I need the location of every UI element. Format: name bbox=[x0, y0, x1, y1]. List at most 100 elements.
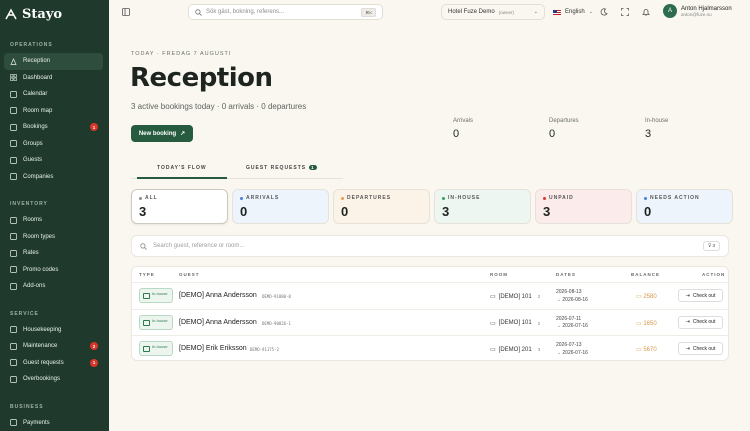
type-badge: In-house bbox=[139, 288, 173, 303]
sidebar-badge: 2 bbox=[90, 342, 98, 351]
user-menu[interactable]: A Anton Hjalmarsson anton@fuze.nu bbox=[663, 4, 732, 18]
sidebar-item-maintenance[interactable]: Maintenance 2 bbox=[4, 338, 103, 355]
search-icon bbox=[140, 242, 147, 250]
balance-value: ▭ 1650 bbox=[636, 320, 657, 327]
table-row[interactable]: In-house [DEMO] Erik Eriksson DEMO-91175… bbox=[132, 335, 728, 360]
sidebar-item-guests[interactable]: Guests bbox=[4, 152, 103, 169]
room-name: [DEMO] 201 bbox=[498, 346, 532, 353]
sidebar-item-promo-codes[interactable]: Promo codes bbox=[4, 262, 103, 279]
new-booking-button[interactable]: New booking ↗ bbox=[131, 125, 193, 142]
balance-value: ▭ 5670 bbox=[636, 346, 657, 353]
avatar: A bbox=[663, 4, 677, 18]
sidebar-item-room-map[interactable]: Room map bbox=[4, 103, 103, 120]
guest-name[interactable]: [DEMO] Erik Eriksson bbox=[179, 345, 247, 352]
stat-value: 0 bbox=[549, 128, 556, 140]
door-icon bbox=[10, 216, 17, 224]
alert-icon bbox=[10, 375, 17, 383]
card-value: 0 bbox=[240, 204, 248, 219]
sidebar-toggle-icon[interactable] bbox=[121, 7, 131, 17]
language-selector[interactable]: English ⌄ bbox=[547, 4, 603, 20]
sidebar-item-label: Room types bbox=[23, 233, 56, 240]
card-value: 0 bbox=[644, 204, 652, 219]
sidebar-item-label: Groups bbox=[23, 140, 43, 147]
hotel-role: (owner) bbox=[498, 9, 514, 15]
status-dot-icon bbox=[644, 196, 647, 200]
sidebar-item-rates[interactable]: Rates bbox=[4, 245, 103, 262]
booking-search-input[interactable]: Search guest, reference or room... ⊽ 3 bbox=[131, 235, 729, 257]
building-icon bbox=[10, 173, 17, 181]
guest-name[interactable]: [DEMO] Anna Andersson bbox=[179, 292, 257, 299]
sidebar-nav: OPERATIONS Reception Dashboard Calendar … bbox=[0, 42, 109, 431]
uk-flag-icon bbox=[553, 9, 561, 15]
tab-guest-requests[interactable]: GUEST REQUESTS 1 bbox=[246, 165, 317, 171]
col-header-guest: GUEST bbox=[179, 272, 200, 277]
tab-todays-flow[interactable]: TODAY'S FLOW bbox=[137, 165, 227, 179]
status-dot-icon bbox=[442, 196, 445, 200]
stayo-logo-icon bbox=[5, 8, 17, 20]
global-search-input[interactable]: Sök gäst, bokning, referens... ⌘K bbox=[188, 4, 383, 20]
balance-amount: 1650 bbox=[643, 320, 657, 327]
search-icon bbox=[195, 8, 202, 16]
table-row[interactable]: In-house [DEMO] Anna Andersson DEMO-9188… bbox=[132, 282, 728, 308]
sidebar-section-title: BUSINESS bbox=[10, 403, 44, 410]
card-label: UNPAID bbox=[549, 195, 574, 201]
filter-card-in-house[interactable]: IN-HOUSE 3 bbox=[434, 189, 531, 224]
notification-bell-icon[interactable] bbox=[641, 7, 651, 17]
filter-card-needs-action[interactable]: NEEDS ACTION 0 bbox=[636, 189, 733, 224]
sidebar-item-reception[interactable]: Reception bbox=[4, 53, 103, 70]
sidebar-item-calendar[interactable]: Calendar bbox=[4, 86, 103, 103]
check-out-button[interactable]: ⇥ Check out bbox=[678, 289, 723, 302]
tab-label: GUEST REQUESTS bbox=[246, 165, 307, 171]
guest-name[interactable]: [DEMO] Anna Andersson bbox=[179, 319, 257, 326]
sidebar-item-housekeeping[interactable]: Housekeeping bbox=[4, 322, 103, 339]
bed-icon: ▭ bbox=[490, 320, 496, 327]
bed-icon: ▭ bbox=[490, 294, 496, 300]
filter-card-departures[interactable]: DEPARTURES 0 bbox=[333, 189, 430, 224]
col-header-room: ROOM bbox=[490, 272, 508, 277]
sidebar-item-bookings[interactable]: Bookings 1 bbox=[4, 119, 103, 136]
filter-card-arrivals[interactable]: ARRIVALS 0 bbox=[232, 189, 329, 224]
book-icon bbox=[10, 123, 17, 131]
sidebar-section-title: OPERATIONS bbox=[10, 42, 53, 48]
sidebar-item-dashboard[interactable]: Dashboard bbox=[4, 70, 103, 87]
card-icon bbox=[10, 419, 17, 427]
hotel-selector[interactable]: Hotel Fuze Demo (owner) ⌄ bbox=[441, 4, 545, 20]
sidebar-item-label: Dashboard bbox=[23, 74, 53, 81]
filter-card-all[interactable]: ALL 3 bbox=[131, 189, 228, 224]
shortcut-badge: ⌘K bbox=[361, 7, 376, 17]
check-out-button[interactable]: ⇥ Check out bbox=[678, 342, 723, 355]
sidebar-item-room-types[interactable]: Room types bbox=[4, 229, 103, 246]
moon-icon[interactable] bbox=[599, 7, 609, 17]
sidebar-item-label: Guest requests bbox=[23, 359, 64, 366]
card-value: 3 bbox=[543, 204, 551, 219]
filter-card-unpaid[interactable]: UNPAID 3 bbox=[535, 189, 632, 224]
table-row[interactable]: In-house [DEMO] Anna Andersson DEMO-9082… bbox=[132, 308, 728, 335]
sidebar-item-companies[interactable]: Companies bbox=[4, 169, 103, 186]
bed-icon: ▭ bbox=[490, 347, 496, 353]
col-header-dates: DATES bbox=[556, 272, 576, 277]
sidebar-item-add-ons[interactable]: Add-ons bbox=[4, 278, 103, 295]
tab-bar: TODAY'S FLOW GUEST REQUESTS 1 bbox=[131, 162, 343, 179]
card-label: IN-HOUSE bbox=[448, 195, 481, 201]
bookings-table: TYPE GUEST ROOM DATES BALANCE ACTION In-… bbox=[131, 266, 729, 361]
sidebar-section-title: SERVICE bbox=[10, 310, 39, 317]
brand[interactable]: Stayo bbox=[0, 0, 109, 28]
sidebar-item-overbookings[interactable]: Overbookings bbox=[4, 371, 103, 388]
stat-label: In-house bbox=[645, 118, 669, 124]
sidebar-item-guest-requests[interactable]: Guest requests 1 bbox=[4, 355, 103, 372]
sidebar-item-label: Guests bbox=[23, 157, 43, 164]
sidebar-item-label: Maintenance bbox=[23, 343, 58, 350]
sidebar-item-label: Rates bbox=[23, 250, 39, 257]
sidebar-item-payments[interactable]: Payments bbox=[4, 415, 103, 431]
sidebar-item-rooms[interactable]: Rooms bbox=[4, 212, 103, 229]
card-label: ARRIVALS bbox=[246, 195, 280, 201]
filter-button[interactable]: ⊽ 3 bbox=[702, 241, 720, 251]
sidebar-section-title: INVENTORY bbox=[10, 201, 48, 207]
check-out-button[interactable]: ⇥ Check out bbox=[678, 315, 723, 329]
sidebar-item-groups[interactable]: Groups bbox=[4, 136, 103, 153]
logout-icon: ⇥ bbox=[685, 319, 690, 325]
fullscreen-icon[interactable] bbox=[620, 7, 630, 17]
page-title: Reception bbox=[130, 63, 273, 93]
page-date: TODAY · FREDAG 7 AUGUSTI bbox=[131, 51, 232, 57]
sidebar-item-label: Housekeeping bbox=[23, 326, 62, 333]
